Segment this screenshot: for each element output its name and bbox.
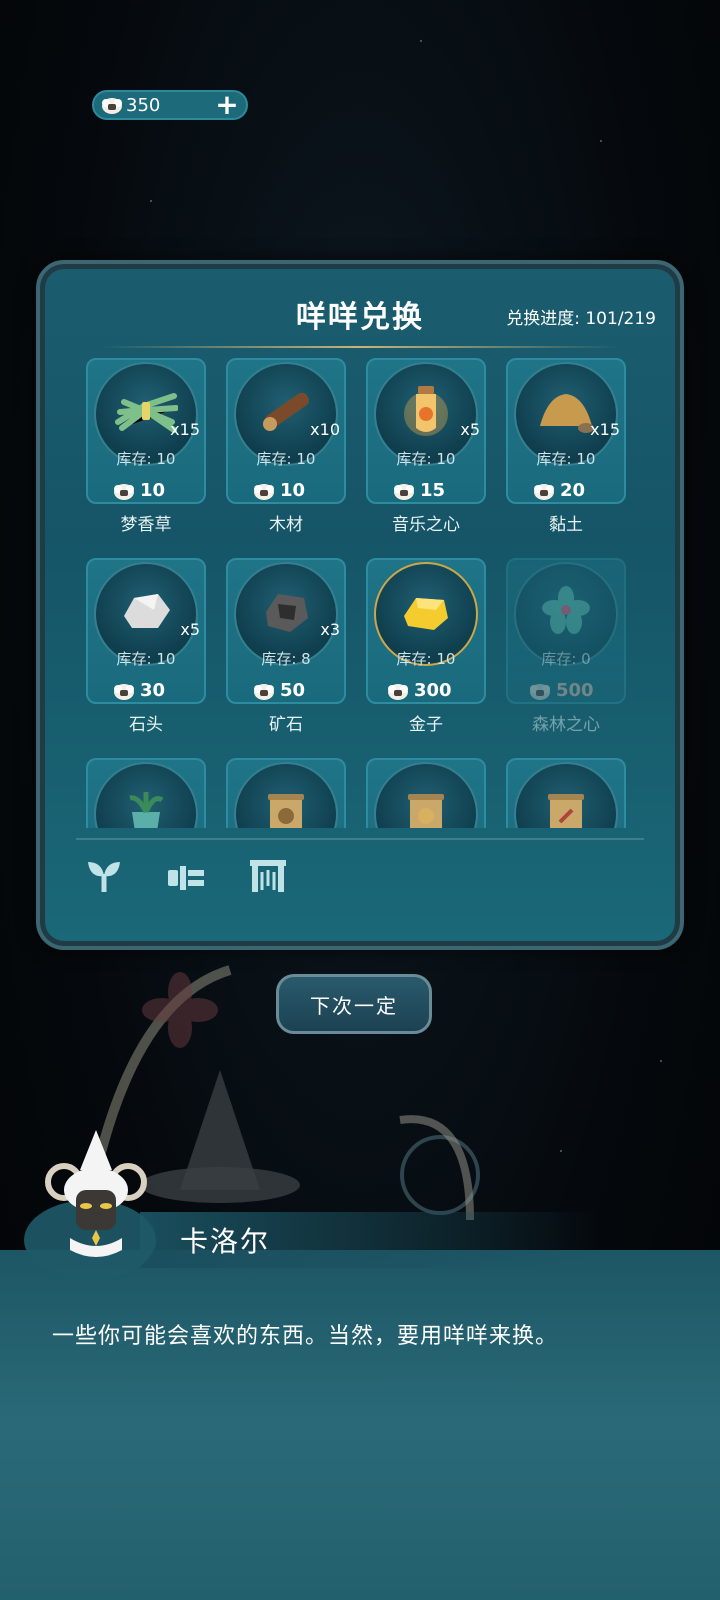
category-tabs [84, 856, 288, 896]
item-stock: 库存: 10 [116, 450, 176, 468]
item-stock: 库存: 10 [256, 450, 316, 468]
seed-packet-icon [268, 794, 304, 828]
item-price: 20 [532, 480, 585, 501]
clay-pile-icon [540, 394, 594, 433]
item-name: 梦香草 [120, 515, 172, 535]
item-price-value: 15 [420, 480, 446, 501]
next-time-button[interactable]: 下次一定 [276, 974, 432, 1034]
exchange-panel: 咩咩兑换 兑换进度: 101/219 x15 库存: 10 10 梦香草 x10… [36, 260, 684, 950]
item-qty: x5 [180, 620, 200, 639]
item-price: 500 [528, 680, 594, 701]
item-card[interactable]: 库存: 0 500 森林之心 [506, 558, 626, 735]
item-card[interactable] [86, 758, 206, 828]
item-name: 矿石 [269, 715, 303, 735]
sheep-coin-icon [392, 481, 416, 501]
item-stock: 库存: 8 [261, 650, 311, 668]
panel-divider [76, 838, 644, 840]
gold-nugget-icon [404, 598, 448, 630]
item-qty: x15 [170, 420, 200, 439]
ore-icon [266, 594, 308, 632]
plant-pot-icon [129, 792, 164, 828]
sheep-coin-icon [252, 681, 276, 701]
npc-avatar [24, 1130, 156, 1280]
item-card[interactable]: x5 库存: 10 15 音乐之心 [366, 358, 486, 535]
item-name: 音乐之心 [392, 515, 460, 535]
item-card[interactable] [506, 758, 626, 828]
item-stock: 库存: 10 [396, 650, 456, 668]
dialog-text[interactable]: 一些你可能会喜欢的东西。当然，要用咩咩来换。 [52, 1318, 558, 1350]
item-price-value: 300 [414, 680, 452, 701]
forest-heart-icon [542, 586, 590, 634]
tools-icon[interactable] [166, 856, 206, 896]
sheep-coin-icon [532, 481, 556, 501]
currency-pill: 350 + [92, 90, 248, 120]
item-grid[interactable]: x15 库存: 10 10 梦香草 x10 库存: 10 10 木材 x5 库存… [86, 358, 646, 828]
item-price: 30 [112, 680, 165, 701]
item-card[interactable]: x10 库存: 10 10 木材 [226, 358, 346, 535]
item-qty: x3 [320, 620, 340, 639]
sheep-coin-icon [528, 681, 552, 701]
item-stock: 库存: 10 [116, 650, 176, 668]
title-divider [100, 346, 620, 348]
item-qty: x10 [310, 420, 340, 439]
sheep-coin-icon [386, 681, 410, 701]
item-stock: 库存: 10 [536, 450, 596, 468]
item-card[interactable]: x5 库存: 10 30 石头 [86, 558, 206, 735]
sheep-coin-icon [100, 95, 124, 115]
item-name: 森林之心 [532, 715, 600, 735]
item-price: 300 [386, 680, 452, 701]
sprout-icon[interactable] [84, 856, 124, 896]
grass-bundle-icon [115, 393, 178, 433]
sheep-coin-icon [112, 681, 136, 701]
item-price-value: 10 [280, 480, 306, 501]
item-card[interactable]: x15 库存: 10 10 梦香草 [86, 358, 206, 535]
item-card[interactable]: 库存: 10 300 金子 [366, 558, 486, 735]
item-name: 金子 [409, 715, 443, 735]
wood-log-icon [263, 392, 309, 431]
item-price: 15 [392, 480, 445, 501]
seed-packet-icon [408, 794, 444, 828]
item-price: 50 [252, 680, 305, 701]
item-price: 10 [252, 480, 305, 501]
currency-amount: 350 [126, 94, 161, 116]
music-heart-bottle-icon [404, 386, 448, 436]
item-price-value: 500 [556, 680, 594, 701]
item-name: 黏土 [549, 515, 583, 535]
item-name: 木材 [269, 515, 303, 535]
exchange-progress: 兑换进度: 101/219 [506, 309, 656, 329]
item-stock: 库存: 10 [396, 450, 456, 468]
npc-name: 卡洛尔 [180, 1225, 271, 1258]
item-card[interactable] [366, 758, 486, 828]
item-price-value: 50 [280, 680, 306, 701]
item-price-value: 10 [140, 480, 166, 501]
item-stock: 库存: 0 [541, 650, 591, 668]
sheep-coin-icon [112, 481, 136, 501]
item-name: 石头 [129, 715, 163, 735]
item-price-value: 30 [140, 680, 166, 701]
seed-packet-icon [548, 794, 584, 828]
decor-icon[interactable] [248, 856, 288, 896]
item-price: 10 [112, 480, 165, 501]
stone-icon [124, 594, 170, 628]
item-price-value: 20 [560, 480, 586, 501]
item-qty: x15 [590, 420, 620, 439]
dialog-box [0, 1250, 720, 1600]
item-card[interactable]: x15 库存: 10 20 黏土 [506, 358, 626, 535]
plus-icon[interactable]: + [214, 91, 240, 119]
item-qty: x5 [460, 420, 480, 439]
sheep-coin-icon [252, 481, 276, 501]
item-card[interactable] [226, 758, 346, 828]
item-card[interactable]: x3 库存: 8 50 矿石 [226, 558, 346, 735]
